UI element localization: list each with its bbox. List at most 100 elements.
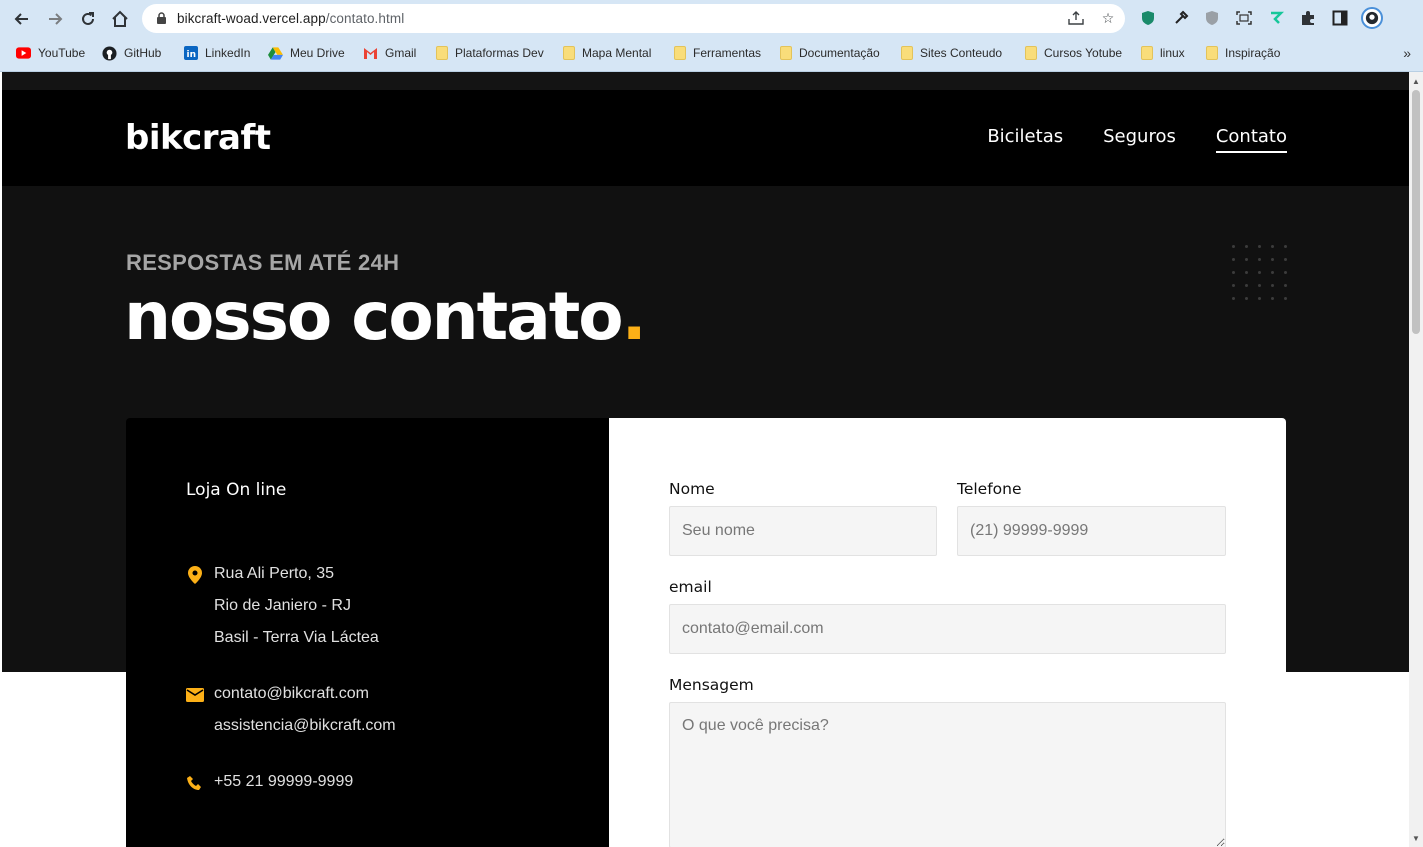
url-host: bikcraft-woad.vercel.app <box>177 11 326 26</box>
forward-icon[interactable] <box>42 6 68 32</box>
site-logo[interactable]: bikcraft <box>125 118 271 158</box>
bookmark-github[interactable]: GitHub <box>102 44 161 62</box>
profile-avatar-icon[interactable] <box>1361 7 1383 29</box>
bookmark-label: YouTube <box>38 46 86 60</box>
bookmark-folder-plataformas[interactable]: Plataformas Dev <box>436 44 544 62</box>
url-path: /contato.html <box>325 11 405 26</box>
folder-icon <box>674 46 686 60</box>
bookmark-folder-linux[interactable]: linux <box>1141 44 1185 62</box>
scrollbar-thumb[interactable] <box>1412 90 1420 334</box>
bookmark-label: linux <box>1160 46 1185 60</box>
scroll-down-icon[interactable]: ▼ <box>1409 831 1423 845</box>
bookmark-folder-inspiracao[interactable]: Inspiração <box>1206 44 1280 62</box>
bookmark-linkedin[interactable]: in LinkedIn <box>183 44 250 62</box>
message-label: Mensagem <box>669 676 754 694</box>
bookmark-label: Plataformas Dev <box>455 46 544 60</box>
page-scrollbar[interactable]: ▲ ▼ <box>1409 72 1423 847</box>
bookmark-folder-documentacao[interactable]: Documentação <box>780 44 880 62</box>
page-viewport: bikcraft Biciletas Seguros Contato RESPO… <box>2 72 1409 847</box>
side-panel-icon[interactable] <box>1330 8 1350 28</box>
bookmark-folder-mapa[interactable]: Mapa Mental <box>563 44 651 62</box>
browser-chrome: bikcraft-woad.vercel.app/contato.html ☆ <box>0 0 1423 72</box>
bookmarks-bar: YouTube GitHub in LinkedIn Meu Drive Gma… <box>0 41 1423 65</box>
bookmark-folder-ferramentas[interactable]: Ferramentas <box>674 44 761 62</box>
phone-input[interactable] <box>957 506 1226 556</box>
address-line: Rio de Janiero - RJ <box>214 597 351 614</box>
address-line: Rua Ali Perto, 35 <box>214 565 335 582</box>
contact-form: Nome Telefone email Mensagem <box>609 418 1286 847</box>
title-accent-dot: . <box>621 278 647 355</box>
eyedropper-extension-icon[interactable] <box>1171 8 1191 28</box>
nav-link-seguros[interactable]: Seguros <box>1103 126 1176 153</box>
tailwind-extension-icon[interactable] <box>1266 8 1286 28</box>
bookmark-youtube[interactable]: YouTube <box>16 44 85 62</box>
shield-extension-icon[interactable] <box>1138 8 1158 28</box>
youtube-icon <box>16 46 31 60</box>
phone-icon <box>186 774 204 792</box>
bookmark-gmail[interactable]: Gmail <box>363 44 416 62</box>
nav-link-contato[interactable]: Contato <box>1215 126 1288 153</box>
share-icon[interactable] <box>1067 9 1085 27</box>
email-label: email <box>669 578 712 596</box>
github-icon <box>102 45 117 61</box>
location-pin-icon <box>186 566 204 584</box>
reload-icon[interactable] <box>75 6 101 32</box>
message-textarea[interactable] <box>669 702 1226 847</box>
contact-info-card: Loja On line Rua Ali Perto, 35 Rio de Ja… <box>126 418 609 847</box>
folder-icon <box>901 46 913 60</box>
bookmark-label: Gmail <box>385 46 417 60</box>
phone-link[interactable]: +55 21 99999-9999 <box>214 772 353 804</box>
name-label: Nome <box>669 480 715 498</box>
folder-icon <box>563 46 575 60</box>
bookmark-label: GitHub <box>124 46 162 60</box>
folder-icon <box>1141 46 1153 60</box>
browser-toolbar: bikcraft-woad.vercel.app/contato.html ☆ <box>0 0 1423 37</box>
bookmark-label: Meu Drive <box>290 46 345 60</box>
email-input[interactable] <box>669 604 1226 654</box>
phone-label: Telefone <box>957 480 1022 498</box>
email-block: contato@bikcraft.com assistencia@bikcraf… <box>186 684 396 748</box>
scroll-up-icon[interactable]: ▲ <box>1409 74 1423 88</box>
folder-icon <box>780 46 792 60</box>
svg-text:in: in <box>186 50 196 60</box>
folder-icon <box>1025 46 1037 60</box>
url-text: bikcraft-woad.vercel.app/contato.html <box>177 11 404 26</box>
bookmark-label: LinkedIn <box>205 46 251 60</box>
privacy-extension-icon[interactable] <box>1202 8 1222 28</box>
linkedin-icon: in <box>183 46 198 60</box>
page-title: nosso contato. <box>124 278 647 355</box>
main-nav: Biciletas Seguros Contato <box>987 126 1288 153</box>
extensions-puzzle-icon[interactable] <box>1298 8 1318 28</box>
bookmark-folder-cursos[interactable]: Cursos Yotube <box>1025 44 1122 62</box>
drive-icon <box>268 46 283 60</box>
site-header: bikcraft Biciletas Seguros Contato <box>2 90 1409 186</box>
decorative-dot-grid <box>1232 245 1288 301</box>
address-bar[interactable]: bikcraft-woad.vercel.app/contato.html ☆ <box>142 4 1125 33</box>
bookmark-label: Mapa Mental <box>582 46 652 60</box>
mail-icon <box>186 686 204 704</box>
bookmarks-overflow-icon[interactable]: » <box>1403 45 1411 61</box>
page-top-strip <box>2 72 1409 90</box>
email-link[interactable]: assistencia@bikcraft.com <box>214 716 396 748</box>
screenshot-extension-icon[interactable] <box>1234 8 1254 28</box>
lock-icon <box>154 12 168 26</box>
address-block: Rua Ali Perto, 35 Rio de Janiero - RJ Ba… <box>186 564 379 660</box>
hero-subtitle: RESPOSTAS EM ATÉ 24H <box>126 250 400 275</box>
bookmark-label: Cursos Yotube <box>1044 46 1123 60</box>
address-line: Basil - Terra Via Láctea <box>214 629 379 646</box>
bookmark-star-icon[interactable]: ☆ <box>1099 9 1117 27</box>
bookmark-label: Sites Conteudo <box>920 46 1003 60</box>
home-icon[interactable] <box>107 6 133 32</box>
page-title-text: nosso contato <box>124 278 624 355</box>
back-icon[interactable] <box>9 6 35 32</box>
bookmark-folder-sites[interactable]: Sites Conteudo <box>901 44 1002 62</box>
folder-icon <box>436 46 448 60</box>
name-input[interactable] <box>669 506 937 556</box>
email-link[interactable]: contato@bikcraft.com <box>214 684 396 716</box>
phone-block: +55 21 99999-9999 <box>186 772 353 804</box>
nav-link-bicicletas[interactable]: Biciletas <box>987 126 1063 153</box>
bookmark-drive[interactable]: Meu Drive <box>268 44 345 62</box>
gmail-icon <box>363 46 378 60</box>
folder-icon <box>1206 46 1218 60</box>
bookmark-label: Ferramentas <box>693 46 762 60</box>
